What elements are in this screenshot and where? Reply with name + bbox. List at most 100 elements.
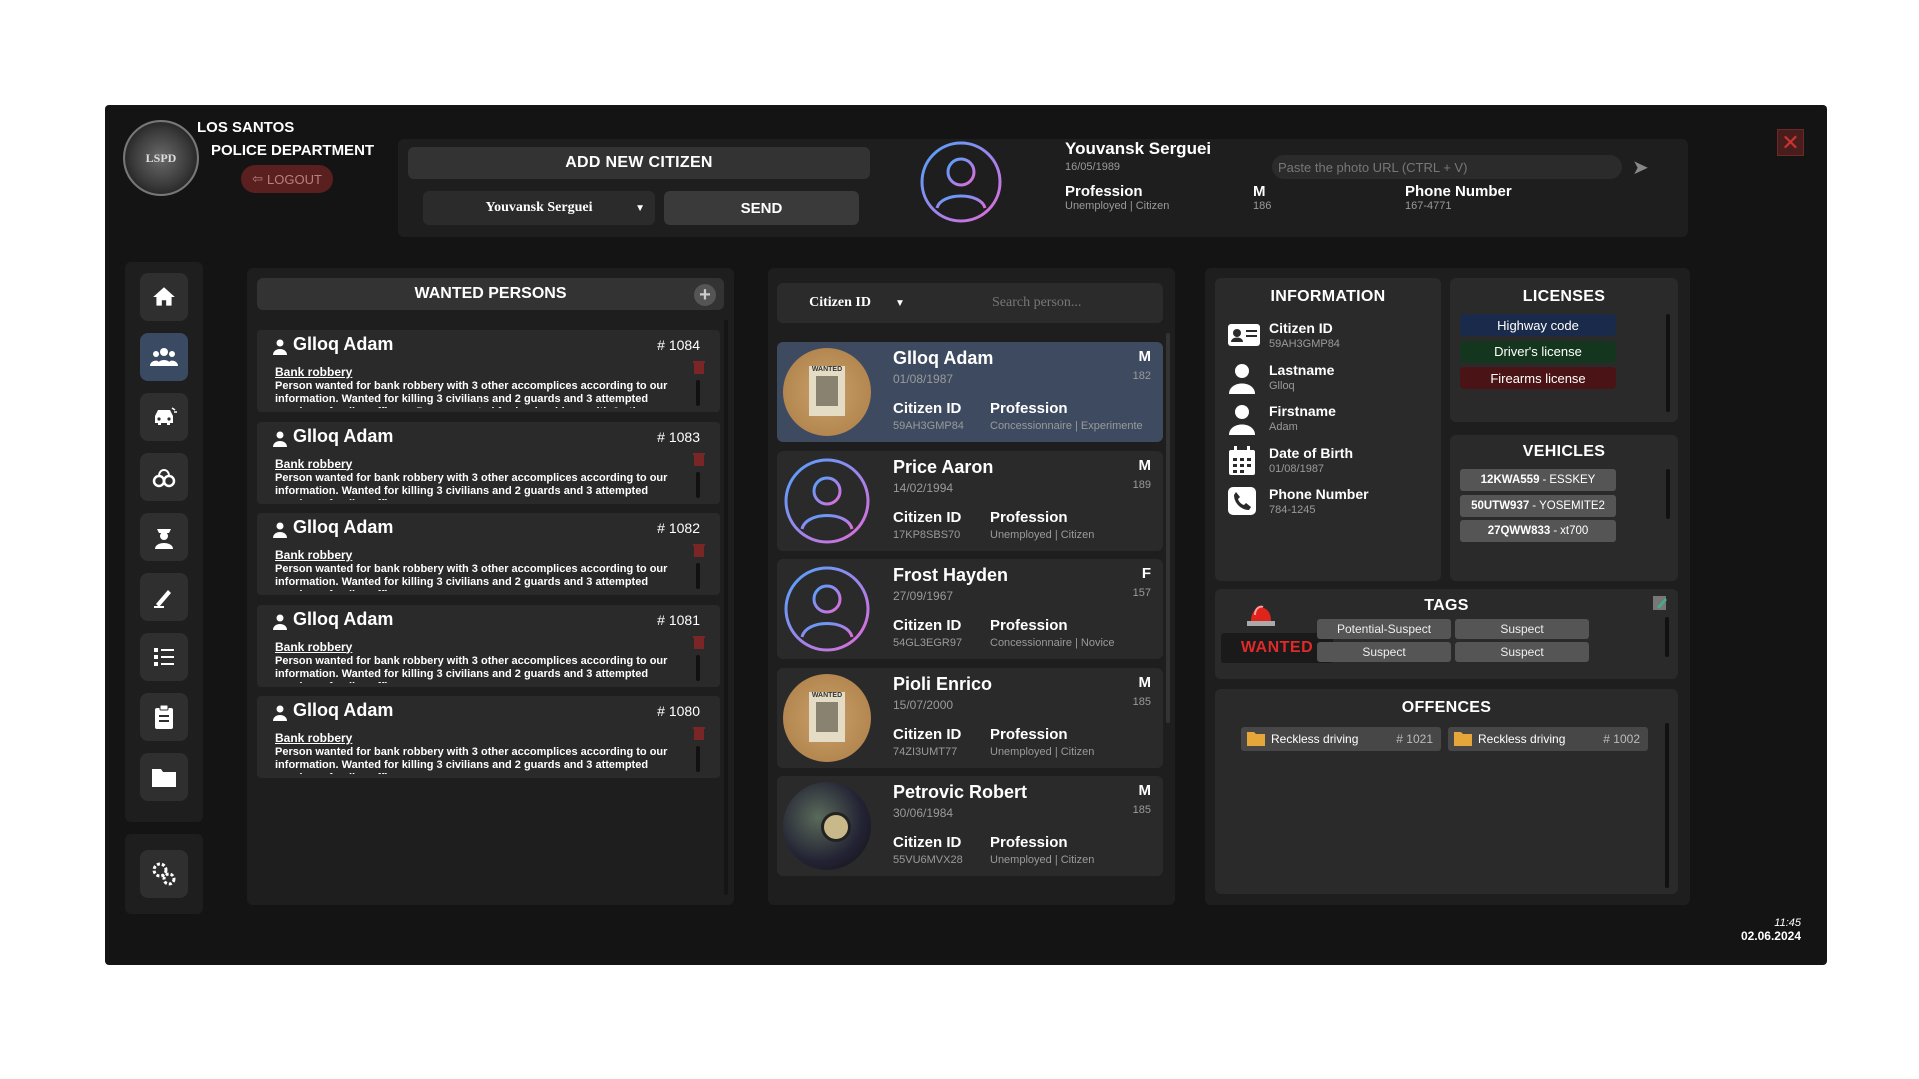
close-icon: ✕ — [1781, 129, 1800, 155]
search-filter-value: Citizen ID — [809, 295, 871, 310]
nav-home[interactable] — [140, 273, 188, 321]
trash-icon[interactable] — [692, 635, 706, 649]
vehicles-title: VEHICLES — [1522, 443, 1606, 460]
tag-item[interactable]: Suspect — [1317, 642, 1451, 662]
trash-icon[interactable] — [692, 452, 706, 466]
citizen-scrollbar[interactable] — [1166, 333, 1170, 723]
wanted-scrollbar[interactable] — [724, 320, 728, 895]
info-label: Lastname — [1269, 361, 1335, 378]
citizen-height: 185 — [1132, 804, 1151, 816]
nav-reports[interactable] — [140, 573, 188, 621]
info-row: Lastname Glloq — [1227, 356, 1437, 400]
id-card-icon — [1227, 320, 1261, 354]
nav-list[interactable] — [140, 633, 188, 681]
info-row: Firstname Adam — [1227, 397, 1437, 441]
nav-clipboard[interactable] — [140, 693, 188, 741]
license-badge: Firearms license — [1460, 367, 1616, 389]
send-button[interactable]: SEND — [664, 191, 859, 225]
citizen-profession-label: Profession — [990, 508, 1068, 526]
nav-arrests[interactable] — [140, 453, 188, 501]
trash-icon[interactable] — [692, 360, 706, 374]
add-new-citizen-button[interactable]: ADD NEW CITIZEN — [408, 147, 870, 179]
close-button[interactable]: ✕ — [1777, 129, 1804, 156]
handcuffs-icon — [152, 469, 176, 488]
edit-tags-icon[interactable] — [1652, 595, 1668, 611]
licenses-scrollbar[interactable] — [1666, 314, 1670, 412]
citizen-profession-label: Profession — [990, 617, 1068, 634]
vehicle-model: xt700 — [1560, 525, 1589, 537]
profile-profession-label: Profession — [1065, 183, 1143, 200]
wanted-item-scrollbar[interactable] — [696, 563, 700, 589]
tags-scrollbar[interactable] — [1665, 617, 1669, 657]
trash-icon[interactable] — [692, 726, 706, 740]
wanted-item[interactable]: Glloq Adam # 1081 Bank robbery Person wante… — [257, 604, 720, 687]
citizen-card[interactable]: WANTED Glloq Adam 01/08/1987 M 182 Citizen ID… — [777, 342, 1163, 442]
phone-icon — [1227, 486, 1261, 520]
citizen-id-value: 59AH3GMP84 — [893, 420, 964, 432]
vehicle-separator: - — [1542, 474, 1547, 486]
citizen-profession-value: Unemployed | Citizen — [990, 528, 1095, 541]
license-label: Highway code — [1497, 317, 1579, 333]
wanted-poster: WANTED — [809, 691, 845, 742]
wanted-item-scrollbar[interactable] — [696, 654, 700, 681]
wanted-name: Glloq Adam — [293, 700, 394, 720]
offences-scrollbar[interactable] — [1665, 723, 1669, 888]
tag-item[interactable]: Suspect — [1455, 619, 1589, 639]
wanted-crime: Bank robbery — [275, 731, 353, 745]
citizen-photo — [783, 782, 871, 870]
wanted-item[interactable]: Glloq Adam # 1080 Bank robbery Person wante… — [257, 696, 720, 778]
vehicle-item[interactable]: 12KWA559- ESSKEY — [1460, 469, 1616, 491]
vehicle-item[interactable]: 27QWW833- xt700 — [1460, 520, 1616, 542]
tag-item[interactable]: Suspect — [1455, 642, 1589, 662]
avatar-icon — [783, 565, 871, 653]
wanted-item-scrollbar[interactable] — [696, 380, 700, 406]
wanted-title-bar: WANTED PERSONS + — [257, 278, 724, 310]
info-row: Phone Number 784-1245 — [1227, 480, 1437, 524]
info-value: 59AH3GMP84 — [1269, 338, 1340, 350]
citizen-card[interactable]: WANTED Pioli Enrico 15/07/2000 M 185 Citizen … — [777, 667, 1163, 768]
vehicles-scrollbar[interactable] — [1666, 469, 1670, 519]
citizen-profession-label: Profession — [990, 725, 1068, 743]
tag-item[interactable]: Potential-Suspect — [1317, 619, 1451, 639]
citizen-gender: F — [1141, 565, 1151, 582]
photo-url-input[interactable]: Paste the photo URL (CTRL + V) — [1272, 155, 1622, 179]
nav-citizens[interactable] — [140, 333, 188, 381]
wanted-item-scrollbar[interactable] — [696, 746, 700, 772]
search-filter-select[interactable]: Citizen ID ▼ — [787, 283, 927, 323]
wanted-name: Glloq Adam — [293, 517, 394, 537]
trash-icon[interactable] — [692, 543, 706, 557]
wanted-item[interactable]: Glloq Adam # 1084 Bank robbery Person wante… — [257, 330, 720, 412]
nav-officers[interactable] — [140, 513, 188, 561]
information-title: INFORMATION — [1270, 288, 1386, 305]
dept-name-line1: LOS SANTOS — [197, 119, 295, 136]
folder-icon — [152, 769, 176, 787]
vehicle-item[interactable]: 50UTW937- YOSEMITE2 — [1460, 494, 1616, 517]
add-wanted-button[interactable]: + — [694, 284, 716, 306]
nav-settings[interactable] — [140, 850, 188, 898]
logout-button[interactable]: ⇦ LOGOUT — [241, 165, 333, 193]
search-input[interactable]: Search person... — [992, 295, 1081, 311]
citizen-photo: WANTED — [783, 348, 871, 436]
wanted-crime: Bank robbery — [275, 456, 353, 471]
offence-item[interactable]: Reckless driving # 1002 — [1448, 727, 1648, 751]
send-arrow-icon[interactable]: ➤ — [1632, 155, 1649, 180]
wanted-item[interactable]: Glloq Adam # 1082 Bank robbery Person wante… — [257, 513, 720, 595]
info-label: Date of Birth — [1269, 444, 1353, 461]
wanted-item-scrollbar[interactable] — [696, 471, 700, 498]
offence-label: Reckless driving — [1271, 732, 1359, 746]
siren-icon — [1243, 593, 1279, 627]
citizen-card[interactable]: Frost Hayden 27/09/1967 F 157 Citizen ID 54GL… — [777, 559, 1163, 659]
logo-text: LSPD — [145, 150, 177, 165]
information-card: INFORMATION Citizen ID 59AH3GMP84 Lastname… — [1215, 278, 1441, 581]
offence-item[interactable]: Reckless driving # 1021 — [1241, 727, 1441, 751]
citizen-select[interactable]: Youvansk Serguei ▼ — [423, 191, 655, 225]
signature-icon — [154, 590, 171, 608]
licenses-title: LICENSES — [1522, 288, 1606, 305]
wanted-item[interactable]: Glloq Adam # 1083 Bank robbery Person wante… — [257, 421, 720, 504]
nav-files[interactable] — [140, 753, 188, 801]
citizen-card[interactable]: Price Aaron 14/02/1994 M 189 Citizen ID 17KP8… — [777, 450, 1163, 551]
citizen-profession-value: Concessionnaire | Experimente — [990, 420, 1143, 432]
nav-vehicles[interactable] — [140, 393, 188, 441]
profile-gender: M — [1253, 183, 1266, 200]
citizen-card[interactable]: Petrovic Robert 30/06/1984 M 185 Citizen ID 5… — [777, 776, 1163, 876]
